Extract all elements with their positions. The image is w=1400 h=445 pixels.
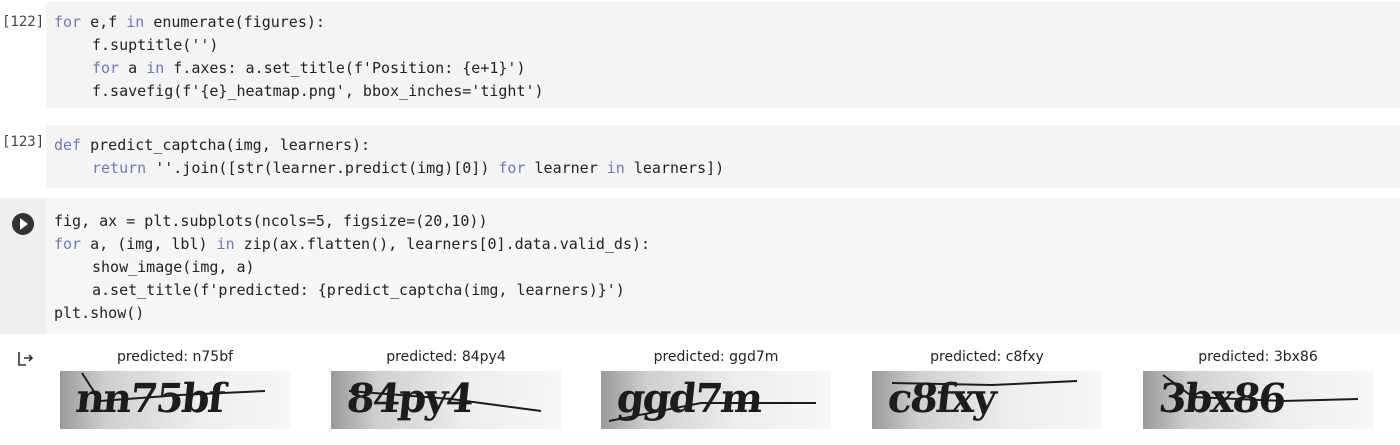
plot-title: predicted: c8fxy [930,349,1044,365]
output-plot: predicted: n75bf nn75bf [60,346,290,441]
execution-count: [122] [2,14,45,30]
code-token: a.set_title(f'predicted: {predict_captch… [92,281,625,299]
cell-output: predicted: n75bf nn75bf predicted: 84py4 84… [0,340,1400,445]
code-keyword: def [54,136,82,154]
code-cell-active[interactable]: fig, ax = plt.subplots(ncols=5, figsize=… [0,198,1400,334]
code-cell-123[interactable]: [123] def predict_captcha(img, learners)… [0,120,1400,188]
code-token: enumerate(figures): [144,13,325,31]
output-plot: predicted: 84py4 84py4 [331,346,561,441]
code-keyword: in [606,159,625,177]
code-keyword: for [498,159,526,177]
code-token: e,f [81,13,127,31]
code-line: plt.show() [54,302,1392,325]
captcha-image: 3bx86 [1143,371,1373,429]
code-token: a [119,59,147,77]
cell-gutter [0,198,46,334]
output-plot: predicted: ggd7m ggd7m [601,346,831,441]
code-token: show_image(img, a) [92,258,255,276]
code-line: a.set_title(f'predicted: {predict_captch… [54,279,1392,302]
plot-title: predicted: ggd7m [653,349,779,365]
code-line: f.suptitle('') [54,34,1392,57]
code-line: return ''.join([str(learner.predict(img)… [54,157,1392,180]
output-plot: predicted: c8fxy c8fxy [872,346,1102,441]
code-token: a, (img, lbl) [81,235,217,253]
code-token: f.suptitle('') [92,36,219,54]
plot-title: predicted: 84py4 [386,349,506,365]
code-line: show_image(img, a) [54,256,1392,279]
code-line: for e,f in enumerate(figures): [54,11,1392,34]
code-keyword: for [54,235,82,253]
code-token: plt.show() [54,304,145,322]
code-token: learners]) [624,159,725,177]
output-plot: predicted: 3bx86 3bx86 [1143,346,1373,441]
code-token: f.savefig(f'{e}_heatmap.png', bbox_inche… [92,82,544,100]
code-keyword: in [146,59,165,77]
captcha-image: nn75bf [60,371,290,429]
captcha-image: ggd7m [601,371,831,429]
code-line: for a, (img, lbl) in zip(ax.flatten(), l… [54,233,1392,256]
code-line: for a in f.axes: a.set_title(f'Position:… [54,57,1392,80]
code-token: ''.join([str(learner.predict(img)[0]) [146,159,499,177]
execution-count: [123] [2,134,45,150]
captcha-noise-line [81,372,266,403]
code-line: fig, ax = plt.subplots(ncols=5, figsize=… [54,210,1392,233]
code-keyword: in [126,13,145,31]
code-cell-122[interactable]: [122] for e,f in enumerate(figures): f.su… [0,0,1400,112]
code-token: predict_captcha(img, learners): [81,136,371,154]
code-editor[interactable]: for e,f in enumerate(figures): f.suptitle… [46,2,1400,108]
code-token: learner [525,159,607,177]
captcha-noise-line [1162,374,1359,403]
code-keyword: for [54,13,82,31]
plot-title: predicted: 3bx86 [1198,349,1318,365]
code-token: zip(ax.flatten(), learners[0].data.valid… [234,235,651,253]
code-token: fig, ax = plt.subplots(ncols=5, figsize=… [54,212,488,230]
code-editor[interactable]: def predict_captcha(img, learners): retur… [46,125,1400,188]
run-cell-button[interactable] [12,213,34,235]
code-line: def predict_captcha(img, learners): [54,134,1392,157]
captcha-noise-line [891,380,1078,387]
code-keyword: for [92,59,120,77]
plot-title: predicted: n75bf [116,349,234,365]
captcha-noise-line [348,390,542,412]
captcha-noise-line [608,402,816,422]
code-keyword: return [92,159,147,177]
captcha-image: 84py4 [331,371,561,429]
code-line: f.savefig(f'{e}_heatmap.png', bbox_inche… [54,80,1392,103]
code-keyword: in [216,235,235,253]
output-arrow-icon[interactable] [17,350,35,368]
code-token: f.axes: a.set_title(f'Position: {e+1}') [164,59,526,77]
code-editor[interactable]: fig, ax = plt.subplots(ncols=5, figsize=… [46,198,1400,334]
captcha-image: c8fxy [872,371,1102,429]
